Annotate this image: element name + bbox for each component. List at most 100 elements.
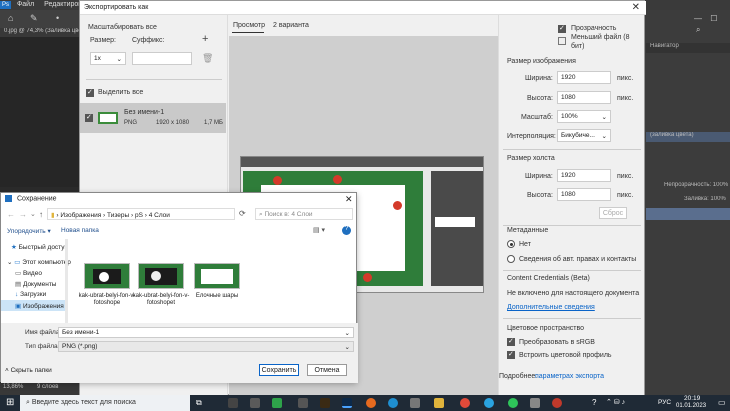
app-icon-2[interactable] [250, 398, 260, 408]
app-icon-edge[interactable] [388, 398, 398, 408]
save-button[interactable]: Сохранить [259, 364, 299, 376]
help-icon[interactable]: ? [592, 398, 596, 407]
hide-folders-button[interactable]: ˄ Скрыть папки [5, 367, 52, 374]
select-all-checkbox[interactable] [86, 88, 94, 97]
embed-profile-checkbox[interactable] [507, 350, 515, 359]
file-thumbnail[interactable] [194, 263, 240, 289]
suffix-input[interactable] [132, 52, 192, 65]
app-icon-3[interactable] [298, 398, 308, 408]
app-icon-1[interactable] [228, 398, 238, 408]
app-icon-photoshop[interactable] [342, 398, 352, 408]
close-icon[interactable]: ✕ [345, 194, 353, 205]
app-icon-telegram[interactable] [484, 398, 494, 408]
nav-this-pc[interactable]: ⌄ ▭ Этот компьютер [1, 256, 71, 267]
menu-file[interactable]: Файл [13, 0, 38, 9]
tab-variants[interactable]: 2 варианта [273, 22, 309, 29]
organize-button[interactable]: Упорядочить ▾ [7, 227, 51, 235]
app-icon-whatsapp[interactable] [508, 398, 518, 408]
recent-chevron-icon[interactable]: ⌄ [30, 210, 36, 218]
view-options-icon[interactable]: ▤ ▾ [313, 226, 325, 234]
interp-select[interactable]: Бикубиче... ⌄ [557, 129, 611, 142]
app-icon-5[interactable] [530, 398, 540, 408]
new-folder-button[interactable]: Новая папка [61, 227, 99, 234]
up-arrow-icon[interactable]: ↑ [39, 210, 43, 219]
clock-time[interactable]: 20:19 [684, 395, 700, 402]
transparency-checkbox[interactable] [558, 24, 566, 33]
search-icon[interactable]: ⌕ [696, 25, 700, 35]
file-thumbnail[interactable] [138, 263, 184, 289]
language-indicator[interactable]: РУС [658, 399, 671, 406]
folder-icon[interactable] [434, 398, 444, 408]
breadcrumb-item[interactable]: pS [135, 212, 143, 219]
maximize-icon[interactable]: ☐ [710, 14, 717, 23]
height-input[interactable]: 1080 [557, 91, 611, 104]
tab-preview[interactable]: Просмотр [233, 22, 265, 29]
smaller-file-checkbox[interactable] [558, 37, 566, 45]
scale-label: Масштаб: [521, 114, 553, 121]
panel-navigator[interactable]: Навигатор [646, 43, 730, 53]
app-icon-6[interactable] [552, 398, 562, 408]
brush-size-icon[interactable]: • [56, 13, 59, 23]
cancel-button[interactable]: Отмена [307, 364, 347, 376]
width-input[interactable]: 1920 [557, 71, 611, 84]
file-thumbnail[interactable] [84, 263, 130, 289]
fill-readout[interactable]: Заливка: 100% [680, 196, 730, 206]
cc-link[interactable]: Дополнительные сведения [507, 304, 595, 311]
layer-fill-label[interactable]: (заливка цвета) [646, 132, 730, 142]
task-view-icon[interactable]: ⧉ [196, 398, 202, 408]
home-icon[interactable]: ⌂ [8, 13, 13, 23]
document-tab[interactable]: 0.jpg @ 74,3% (Заливка цвета [0, 28, 80, 37]
ps-logo-icon[interactable]: Ps [0, 1, 12, 9]
nav-pictures[interactable]: ▣ Изображения [1, 300, 65, 311]
selected-layer-row[interactable] [646, 208, 730, 220]
nav-quick-access[interactable]: ★ Быстрый доступ [1, 241, 68, 252]
filetype-select[interactable]: PNG (*.png) ⌄ [58, 341, 354, 352]
taskbar-search[interactable]: ⌕ Введите здесь текст для поиска [20, 395, 190, 411]
breadcrumb-item[interactable]: Изображения [60, 212, 101, 219]
add-scale-icon[interactable]: + [202, 33, 208, 45]
item-checkbox[interactable] [85, 113, 93, 122]
canvas-width-label: Ширина: [525, 173, 553, 180]
minimize-icon[interactable]: — [694, 14, 702, 23]
scale-select[interactable]: 100% ⌄ [557, 110, 611, 123]
search-input[interactable]: ⌕ Поиск в: 4 Слои [255, 208, 353, 220]
app-icon-firefox[interactable] [366, 398, 376, 408]
back-arrow-icon[interactable]: ← [7, 210, 15, 219]
export-item-row[interactable]: Без имени-1 PNG 1920 x 1080 1,7 МБ [80, 103, 226, 133]
breadcrumb[interactable]: ▮ › Изображения › Тизеры › pS › 4 Слои [47, 208, 235, 220]
refresh-icon[interactable]: ⟳ [239, 209, 246, 218]
breadcrumb-item[interactable]: Тизеры [107, 212, 129, 219]
meta-copyright-radio[interactable] [507, 255, 515, 263]
more-info-link[interactable]: параметрах экспорта [535, 373, 604, 380]
clock-date[interactable]: 01.01.2023 [676, 403, 706, 409]
save-toolbar: Упорядочить ▾ Новая папка ▤ ▾ ? [1, 224, 358, 237]
close-icon[interactable]: ✕ [632, 2, 640, 13]
file-name[interactable]: kak-ubrat-belyi-fon-v-fotoshope [78, 293, 136, 307]
app-icon-bridge[interactable] [320, 398, 330, 408]
divider [503, 318, 641, 319]
filename-input[interactable]: Без имени-1 ⌄ [58, 327, 354, 338]
nav-documents[interactable]: ▤ Документы [1, 278, 65, 289]
windows-start-icon[interactable]: ⊞ [6, 397, 14, 408]
canvas-height-input[interactable]: 1080 [557, 188, 611, 201]
reset-button[interactable]: Сброс [599, 207, 627, 219]
file-name[interactable]: Елочные шары [188, 293, 246, 300]
app-icon-chrome[interactable] [460, 398, 470, 408]
tray-icons[interactable]: ⌃ ⛁ ♪ [606, 398, 625, 406]
nav-downloads[interactable]: ↓ Загрузки [1, 289, 65, 300]
size-select[interactable]: 1x ⌄ [90, 52, 126, 65]
file-name[interactable]: kak-ubrat-belyi-fon-v-fotoshopet [132, 293, 190, 307]
convert-srgb-checkbox[interactable] [507, 337, 515, 346]
notifications-icon[interactable]: ▭ [718, 398, 726, 407]
app-icon-camtasia[interactable] [272, 398, 282, 408]
trash-icon[interactable]: 🗑 [202, 53, 213, 64]
brush-icon[interactable]: ✎ [30, 13, 38, 24]
canvas-width-input[interactable]: 1920 [557, 169, 611, 182]
help-icon[interactable]: ? [342, 226, 351, 235]
opacity-readout[interactable]: Непрозрачность: 100% [660, 182, 730, 192]
breadcrumb-item[interactable]: 4 Слои [149, 212, 170, 219]
app-icon-4[interactable] [410, 398, 420, 408]
meta-none-radio[interactable] [507, 240, 515, 248]
forward-arrow-icon[interactable]: → [19, 210, 27, 219]
nav-video[interactable]: ▭ Видео [1, 267, 65, 278]
